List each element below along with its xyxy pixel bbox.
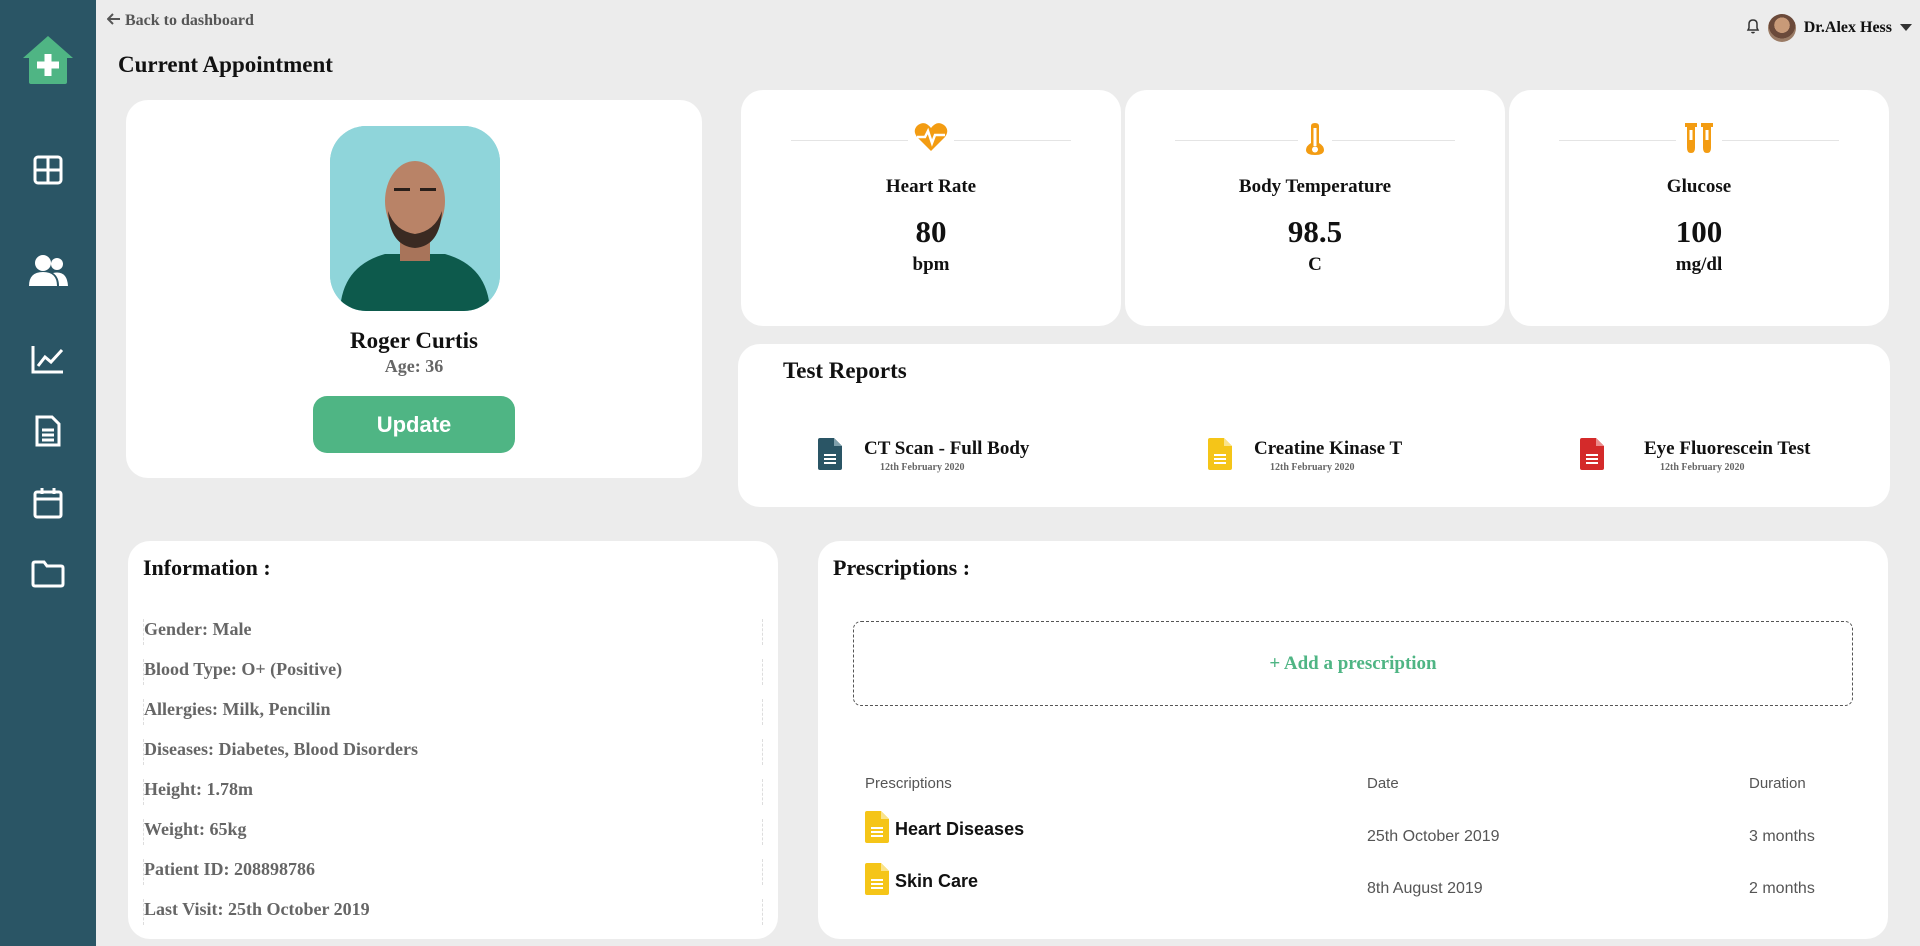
vital-value: 98.5 [1287, 214, 1343, 249]
calendar-icon[interactable] [33, 487, 63, 519]
chevron-down-icon[interactable] [1900, 19, 1912, 37]
sidebar [0, 0, 96, 946]
file-icon [865, 863, 889, 900]
file-icon [865, 811, 889, 848]
vital-label: Heart Rate [885, 176, 977, 197]
report-item[interactable]: Eye Fluorescein Test 12th February 2020 [1580, 438, 1810, 475]
info-row-blood-type: Blood Type: O+ (Positive) [143, 659, 763, 685]
info-row-last-visit: Last Visit: 25th October 2019 [143, 899, 763, 925]
information-card: Information : Gender: Male Blood Type: O… [128, 541, 778, 939]
prescription-date: 25th October 2019 [1367, 828, 1500, 845]
patient-photo [330, 126, 500, 311]
bell-icon[interactable] [1746, 18, 1760, 39]
analytics-chart-icon[interactable] [31, 344, 65, 374]
update-button[interactable]: Update [313, 396, 515, 453]
prescription-date: 8th August 2019 [1367, 880, 1483, 897]
arrow-left-icon [106, 12, 121, 30]
section-title: Prescriptions : [833, 555, 971, 580]
info-row-allergies: Allergies: Milk, Pencilin [143, 699, 763, 725]
page-title: Current Appointment [118, 52, 333, 77]
heart-pulse-icon [908, 122, 954, 157]
prescriptions-card: Prescriptions : + Add a prescription Pre… [818, 541, 1888, 939]
section-title: Information : [143, 555, 271, 580]
report-date: 12th February 2020 [1270, 462, 1355, 473]
home-logo-icon[interactable] [21, 34, 75, 86]
prescription-row-name[interactable]: Skin Care [865, 863, 978, 900]
patient-card: Roger Curtis Age: 36 Update [126, 100, 702, 478]
column-header-prescriptions: Prescriptions [865, 775, 952, 792]
patients-icon[interactable] [27, 254, 69, 288]
test-reports-card: Test Reports CT Scan - Full Body 12th Fe… [738, 344, 1890, 507]
thermometer-icon [1298, 122, 1332, 161]
prescription-row-name[interactable]: Heart Diseases [865, 811, 1024, 848]
add-prescription-button[interactable]: + Add a prescription [853, 621, 1853, 706]
user-bar: Dr.Alex Hess [1746, 14, 1912, 42]
vital-unit: C [1308, 254, 1322, 275]
dashboard-grid-icon[interactable] [33, 155, 63, 185]
vital-card-heart-rate: Heart Rate 80 bpm [741, 90, 1121, 326]
vital-value: 80 [915, 214, 947, 249]
patient-name: Roger Curtis [350, 328, 478, 353]
prescription-name: Skin Care [895, 871, 979, 891]
back-link-label: Back to dashboard [125, 12, 254, 29]
file-icon [818, 438, 842, 475]
user-avatar[interactable] [1767, 14, 1796, 42]
report-item[interactable]: Creatine Kinase T 12th February 2020 [1208, 438, 1402, 475]
file-icon [1580, 438, 1604, 475]
test-tubes-icon [1676, 122, 1722, 159]
prescription-name: Heart Diseases [895, 819, 1025, 839]
info-row-gender: Gender: Male [143, 619, 763, 645]
report-name: Eye Fluorescein Test [1644, 438, 1811, 459]
user-name[interactable]: Dr.Alex Hess [1804, 19, 1892, 37]
report-name: CT Scan - Full Body [864, 438, 1030, 459]
report-date: 12th February 2020 [880, 462, 965, 473]
section-title: Test Reports [783, 358, 907, 383]
vital-label: Body Temperature [1238, 176, 1392, 197]
vital-unit: mg/dl [1675, 254, 1723, 275]
report-name: Creatine Kinase T [1254, 438, 1403, 459]
vital-label: Glucose [1666, 176, 1732, 197]
info-row-patient-id: Patient ID: 208898786 [143, 859, 763, 885]
report-date: 12th February 2020 [1660, 462, 1745, 473]
file-icon [1208, 438, 1232, 475]
prescription-duration: 3 months [1749, 828, 1815, 845]
report-item[interactable]: CT Scan - Full Body 12th February 2020 [818, 438, 1029, 475]
vital-card-glucose: Glucose 100 mg/dl [1509, 90, 1889, 326]
info-row-height: Height: 1.78m [143, 779, 763, 805]
folder-icon[interactable] [31, 560, 65, 588]
vital-value: 100 [1675, 214, 1723, 249]
vital-card-body-temperature: Body Temperature 98.5 C [1125, 90, 1505, 326]
prescription-duration: 2 months [1749, 880, 1815, 897]
info-row-diseases: Diseases: Diabetes, Blood Disorders [143, 739, 763, 765]
column-header-date: Date [1367, 775, 1399, 792]
column-header-duration: Duration [1749, 775, 1806, 792]
info-row-weight: Weight: 65kg [143, 819, 763, 845]
back-to-dashboard-link[interactable]: Back to dashboard [106, 12, 254, 30]
document-icon[interactable] [35, 415, 61, 447]
patient-age: Age: 36 [384, 356, 444, 376]
vital-unit: bpm [912, 254, 950, 275]
